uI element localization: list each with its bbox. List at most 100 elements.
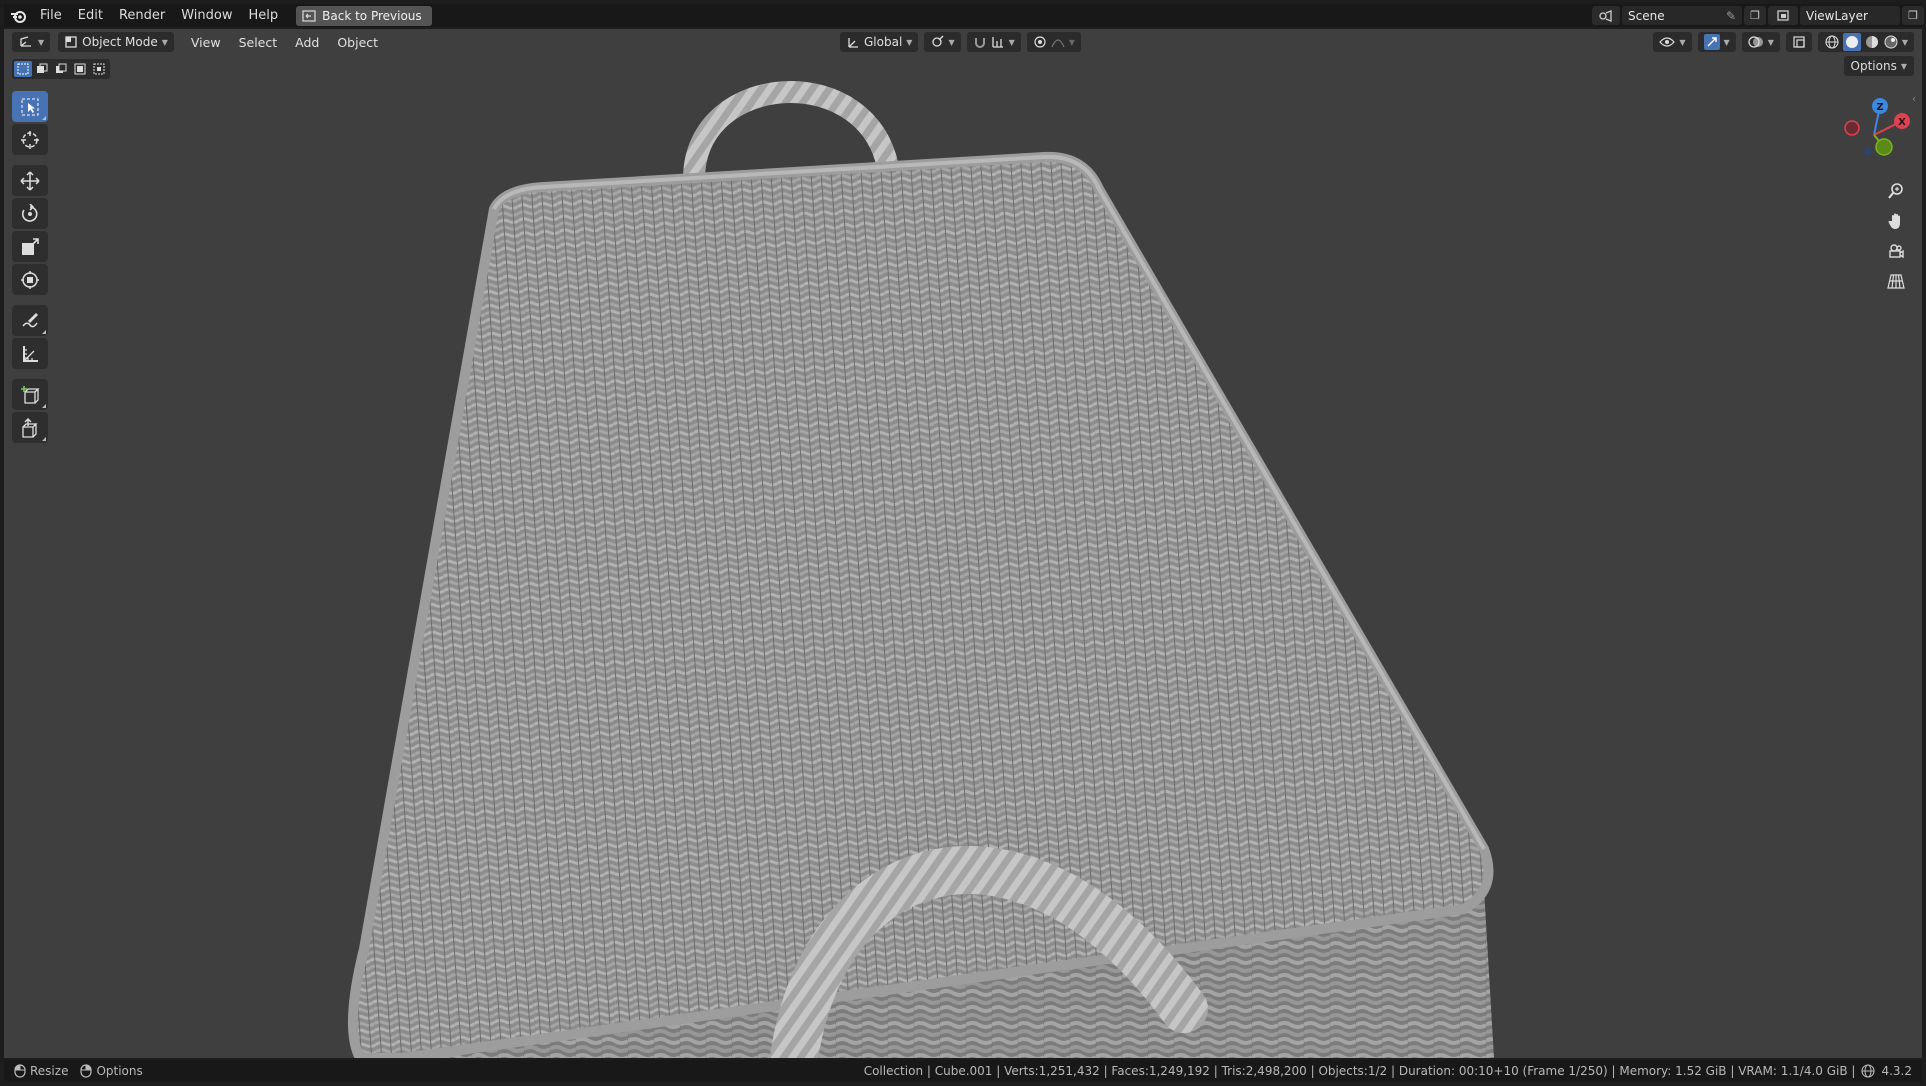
material-preview-icon[interactable] <box>1864 34 1880 50</box>
network-globe-icon[interactable] <box>1861 1064 1876 1078</box>
pan-view-button[interactable] <box>1882 207 1910 235</box>
transform-controls: Global ▼ ▼ ▼ ▼ <box>840 32 1081 52</box>
move-tool[interactable] <box>12 165 48 196</box>
chevron-down-icon: ▼ <box>1767 37 1774 47</box>
extrude-cube-icon <box>22 417 38 438</box>
viewport-shading-controls: ▼ ▼ ▼ ▼ <box>1653 32 1914 52</box>
scene-name: Scene <box>1628 8 1665 23</box>
sidebar-toggle-icon[interactable]: ‹ <box>1912 94 1922 108</box>
top-bar: File Edit Render Window Help Back to Pre… <box>4 4 1924 27</box>
add-cube-tool[interactable] <box>12 379 48 410</box>
options-label: Options <box>1850 59 1897 73</box>
menu-file[interactable]: File <box>32 4 70 27</box>
cursor-tool[interactable] <box>12 124 48 155</box>
chevron-down-icon: ▼ <box>948 37 955 47</box>
menu-select[interactable]: Select <box>230 35 287 50</box>
view-layer-field[interactable]: ViewLayer <box>1800 6 1900 25</box>
scale-tool[interactable] <box>12 231 48 262</box>
camera-view-button[interactable] <box>1882 237 1910 265</box>
viewport-header: ▼ Object Mode ▼ View Select Add Object G… <box>4 29 1922 55</box>
new-scene-button[interactable]: ❐ <box>1744 6 1766 25</box>
scene-name-field[interactable]: Scene ✎ <box>1622 6 1742 25</box>
snap-increment-icon <box>991 37 1003 48</box>
menu-object[interactable]: Object <box>328 35 387 50</box>
shading-mode-group[interactable]: ▼ <box>1817 32 1914 52</box>
mouse-right-icon <box>80 1064 93 1078</box>
select-subtract-icon[interactable] <box>52 61 70 77</box>
rotate-tool[interactable] <box>12 198 48 229</box>
transform-orientation-dropdown[interactable]: Global ▼ <box>840 32 919 52</box>
transform-tool[interactable] <box>12 264 48 295</box>
z-axis-label: Z <box>1876 102 1883 113</box>
status-bar: Resize Options Collection | Cube.001 | V… <box>4 1060 1922 1082</box>
options-dropdown[interactable]: Options ▼ <box>1843 56 1914 76</box>
solid-shading-icon[interactable] <box>1842 33 1861 51</box>
orientation-icon <box>848 38 858 48</box>
proportional-edit-icon <box>1034 36 1046 48</box>
mode-dropdown[interactable]: Object Mode ▼ <box>58 32 174 52</box>
xray-toggle[interactable] <box>1785 32 1812 52</box>
menu-edit[interactable]: Edit <box>70 4 111 27</box>
select-extend-icon[interactable] <box>33 61 51 77</box>
blender-logo-icon[interactable] <box>4 4 32 27</box>
annotate-tool[interactable] <box>12 305 48 336</box>
measure-tool[interactable] <box>12 338 48 369</box>
select-box-tool[interactable] <box>12 91 48 122</box>
view-layer-selector: ViewLayer ❐ ✕ <box>1768 4 1926 27</box>
zoom-view-button[interactable] <box>1882 177 1910 205</box>
back-to-previous-button[interactable]: Back to Previous <box>296 5 432 26</box>
add-cube-icon <box>21 385 40 404</box>
x-axis-label: X <box>1898 117 1906 128</box>
chevron-down-icon: ▼ <box>161 37 168 47</box>
view-layer-name: ViewLayer <box>1806 8 1868 23</box>
gizmo-toggle[interactable]: ▼ <box>1697 32 1736 52</box>
new-view-layer-button[interactable]: ❐ <box>1902 6 1924 25</box>
navigation-gizmo[interactable]: Z X <box>1834 95 1914 175</box>
status-options-label: Options <box>96 1064 143 1078</box>
mouse-left-icon <box>14 1064 26 1078</box>
chevron-down-icon: ▼ <box>1679 37 1686 47</box>
menu-help[interactable]: Help <box>241 4 287 27</box>
editor-type-button[interactable]: ▼ <box>12 32 51 52</box>
scene-browse-button[interactable] <box>1592 6 1620 25</box>
menu-window[interactable]: Window <box>173 4 240 27</box>
select-intersect-icon[interactable] <box>90 61 108 77</box>
overlays-icon <box>1748 36 1763 48</box>
rendered-shading-icon[interactable] <box>1883 34 1899 50</box>
pivot-point-dropdown[interactable]: ▼ <box>924 32 961 52</box>
chevron-down-icon: ▼ <box>1723 37 1730 47</box>
tool-variants-indicator <box>42 437 46 441</box>
copy-icon: ❐ <box>1908 9 1918 22</box>
view-layer-icon <box>1777 9 1789 21</box>
object-visibility-dropdown[interactable]: ▼ <box>1653 32 1692 52</box>
menu-add[interactable]: Add <box>286 35 328 50</box>
measure-ruler-icon <box>23 345 38 362</box>
view-layer-browse-button[interactable] <box>1770 6 1798 25</box>
gizmo-icon <box>1703 34 1720 50</box>
select-new-icon[interactable] <box>14 61 32 77</box>
grid-perspective-icon <box>1887 274 1905 289</box>
back-to-previous-label: Back to Previous <box>322 8 422 23</box>
pin-icon[interactable]: ✎ <box>1726 9 1736 23</box>
extrude-tool[interactable] <box>12 412 48 443</box>
select-invert-icon[interactable] <box>71 61 89 77</box>
object-mode-icon <box>65 36 77 48</box>
menu-view[interactable]: View <box>182 35 230 50</box>
proportional-edit-group[interactable]: ▼ <box>1026 32 1081 52</box>
hand-icon <box>1888 213 1900 229</box>
3d-viewport-icon <box>20 36 31 47</box>
xray-icon <box>1793 36 1805 48</box>
select-box-icon <box>21 98 39 115</box>
falloff-curve-icon <box>1051 39 1065 48</box>
menu-render[interactable]: Render <box>111 4 173 27</box>
tool-variants-indicator <box>42 116 46 120</box>
wireframe-shading-icon[interactable] <box>1824 34 1840 50</box>
rotate-icon <box>21 203 38 222</box>
copy-icon: ❐ <box>1750 9 1760 22</box>
overlays-toggle[interactable]: ▼ <box>1741 32 1780 52</box>
snap-toggle-group[interactable]: ▼ <box>966 32 1021 52</box>
perspective-toggle-button[interactable] <box>1882 267 1910 295</box>
chevron-down-icon: ▼ <box>1901 37 1908 47</box>
cursor-icon <box>21 130 39 149</box>
3d-viewport[interactable]: ▼ Object Mode ▼ View Select Add Object G… <box>4 29 1922 1058</box>
